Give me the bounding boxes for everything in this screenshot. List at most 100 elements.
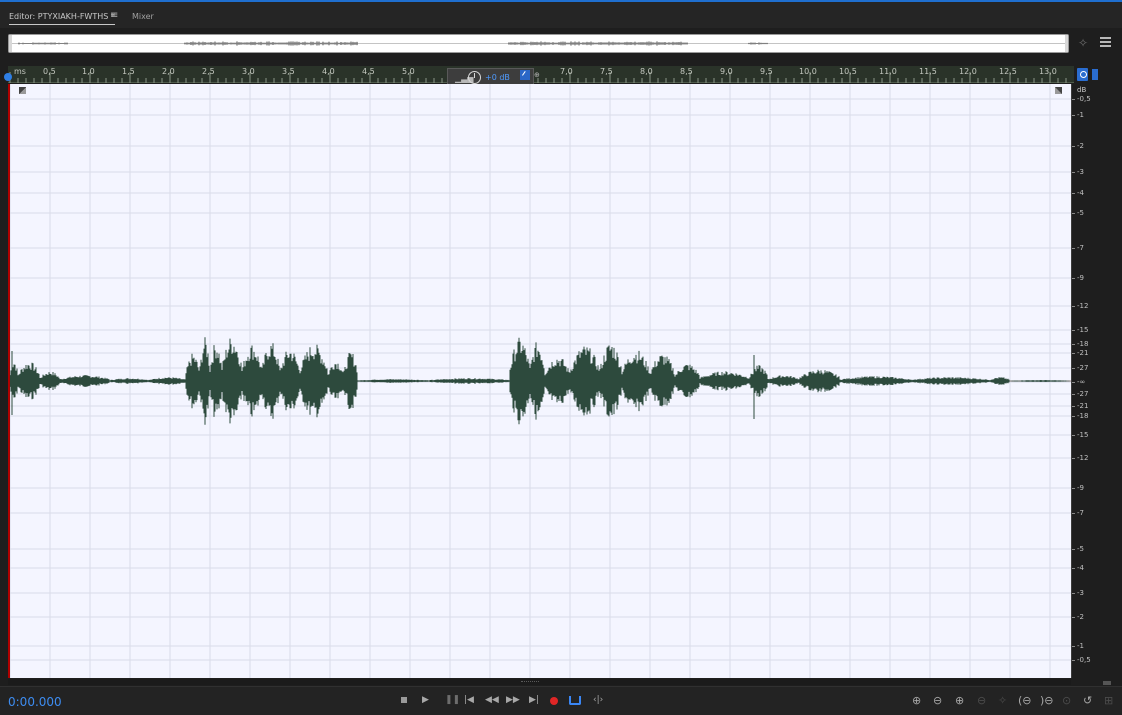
db-label: -21 [1071, 402, 1089, 410]
scrollbar-grip[interactable] [521, 681, 539, 683]
db-scale[interactable]: dB -0,5 -1 -2 -3 -4 -5 -7 -9 -12 -15 -18 -21 -27 -∞ -2… [1071, 84, 1122, 678]
db-label: -7 [1072, 244, 1084, 252]
db-label: -3 [1072, 589, 1084, 597]
ruler-label: 4,0 [322, 67, 335, 76]
db-label: -12 [1071, 302, 1089, 310]
go-to-end-button[interactable]: ▶| [529, 695, 539, 705]
ruler-label: 9,0 [720, 67, 733, 76]
volume-value[interactable]: +0 dB [485, 73, 510, 82]
db-label: -15 [1071, 431, 1089, 439]
zoom-to-fit-icon[interactable]: ⊞ [1104, 694, 1113, 707]
ruler-label: 8,5 [680, 67, 693, 76]
db-label: -12 [1071, 454, 1089, 462]
db-label: -9 [1072, 274, 1084, 282]
db-label: -7 [1072, 509, 1084, 517]
ruler-label: 13,0 [1039, 67, 1057, 76]
zoom-in-amplitude-icon[interactable]: ⊕ [912, 694, 921, 707]
loop-button[interactable] [569, 696, 581, 705]
ruler-label: 12,0 [959, 67, 977, 76]
ruler-label: 11,5 [919, 67, 937, 76]
db-label: -4 [1072, 564, 1084, 572]
timecode-display[interactable]: 0:00.000 [8, 695, 62, 709]
zoom-to-end-icon[interactable]: )⊖ [1040, 694, 1054, 707]
zoom-icon[interactable]: ✧ [1078, 36, 1088, 50]
db-label: -2 [1072, 142, 1084, 150]
ruler-label: 1,5 [122, 67, 135, 76]
pause-button[interactable]: ❚❚ [445, 695, 460, 705]
go-to-start-button[interactable]: |◀ [464, 695, 474, 705]
db-label: -5 [1072, 545, 1084, 553]
ruler-label: 12,5 [999, 67, 1017, 76]
db-label: -15 [1071, 326, 1089, 334]
ruler-label: 7,0 [560, 67, 573, 76]
db-label: -0,5 [1072, 95, 1091, 103]
overview-waveform [9, 41, 1068, 46]
zoom-to-start-icon[interactable]: (⊖ [1018, 694, 1032, 707]
tab-editor[interactable]: Editor: PTYXIAKH-FWTHS * [9, 12, 115, 25]
playhead-handle[interactable] [4, 73, 12, 81]
overview-left-handle[interactable] [9, 35, 12, 52]
ruler-label: 1,0 [82, 67, 95, 76]
skip-selection-icon[interactable]: ‹|› [593, 695, 603, 705]
ruler-label: 10,5 [839, 67, 857, 76]
zoom-selection-icon[interactable]: ⊙ [1062, 694, 1071, 707]
db-label: -21 [1071, 349, 1089, 357]
db-unit: dB [1077, 86, 1087, 94]
ruler-unit: ms [14, 67, 26, 76]
ruler-label: 10,0 [799, 67, 817, 76]
ruler-label: 3,0 [242, 67, 255, 76]
transport-bar: 0:00.000 ▶ ❚❚ |◀ ◀◀ ▶▶ ▶| ‹|› ⊕ ⊖ ⊕ ⊖ ✧ … [0, 686, 1122, 715]
ruler-label: 11,0 [879, 67, 897, 76]
db-label: -4 [1072, 189, 1084, 197]
db-label: -27 [1071, 364, 1089, 372]
volume-knob[interactable] [468, 71, 481, 84]
db-label: -18 [1071, 340, 1089, 348]
overview-right-handle[interactable] [1065, 35, 1068, 52]
zoom-in-time-icon[interactable]: ⊕ [955, 694, 964, 707]
tab-mixer[interactable]: Mixer [132, 12, 154, 21]
db-label: -0,5 [1072, 656, 1091, 664]
waveform-overview[interactable] [8, 34, 1069, 53]
waveform [10, 84, 1071, 678]
ruler-label: 9,5 [760, 67, 773, 76]
fade-out-handle[interactable] [1055, 87, 1062, 94]
zoom-full-icon[interactable]: ✧ [998, 694, 1007, 707]
play-button[interactable]: ▶ [422, 695, 429, 705]
db-label: -27 [1071, 390, 1089, 398]
db-label: -3 [1072, 168, 1084, 176]
db-label: -1 [1072, 111, 1084, 119]
reset-zoom-icon[interactable]: ↺ [1083, 694, 1092, 707]
fast-forward-button[interactable]: ▶▶ [506, 695, 520, 705]
ruler-label: 7,5 [600, 67, 613, 76]
stop-button[interactable] [401, 697, 407, 703]
db-label: -18 [1071, 412, 1089, 420]
marker-pin-icon[interactable] [1092, 69, 1098, 80]
pin-label: ⊕ [534, 71, 540, 79]
pin-icon[interactable] [520, 70, 530, 80]
db-label: -1 [1072, 642, 1084, 650]
zoom-out-amplitude-icon[interactable]: ⊖ [933, 694, 942, 707]
hamburger-icon[interactable]: ≡ [110, 10, 118, 21]
ruler-label: 2,0 [162, 67, 175, 76]
ruler-label: 2,5 [202, 67, 215, 76]
list-icon[interactable] [1100, 37, 1111, 47]
horizontal-scrollbar[interactable] [8, 679, 1071, 685]
db-label: -5 [1072, 209, 1084, 217]
zoom-toggle-button[interactable] [1103, 681, 1111, 685]
ruler-label: 0,5 [43, 67, 56, 76]
db-label: -9 [1072, 484, 1084, 492]
time-ruler[interactable]: ms 0,5 1,0 1,5 2,0 2,5 3,0 3,5 4,0 4,5 5,0 7,0 7,5 8… [8, 66, 1074, 83]
ruler-label: 3,5 [282, 67, 295, 76]
db-label: -∞ [1071, 378, 1086, 386]
ruler-label: 8,0 [640, 67, 653, 76]
fade-in-handle[interactable] [19, 87, 26, 94]
ruler-label: 4,5 [362, 67, 375, 76]
db-label: -2 [1072, 613, 1084, 621]
rewind-button[interactable]: ◀◀ [485, 695, 499, 705]
waveform-display[interactable] [8, 84, 1071, 678]
headphones-icon[interactable] [1077, 68, 1088, 81]
ruler-label: 5,0 [402, 67, 415, 76]
panel-tab-bar: Editor: PTYXIAKH-FWTHS * ≡ Mixer [0, 0, 1122, 28]
zoom-out-time-icon[interactable]: ⊖ [977, 694, 986, 707]
record-button[interactable] [550, 697, 558, 705]
